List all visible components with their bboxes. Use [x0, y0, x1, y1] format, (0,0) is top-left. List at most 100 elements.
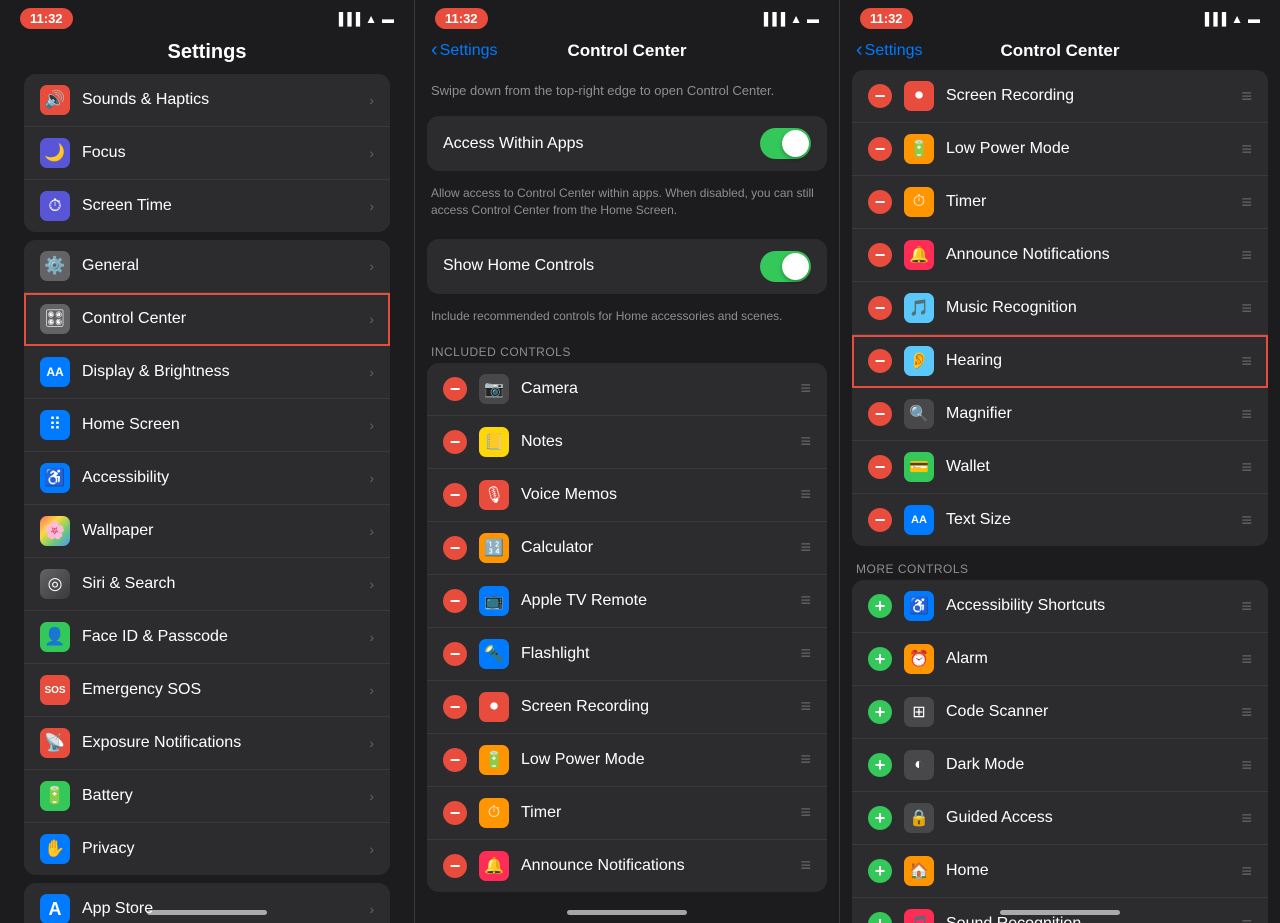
drag-handle[interactable]: ≡	[800, 590, 811, 611]
remove-appletvremote-btn[interactable]: −	[443, 589, 467, 613]
add-btn[interactable]: +	[868, 912, 892, 923]
control-item-calculator[interactable]: − 🔢 Calculator ≡	[427, 522, 827, 575]
control-item-timer[interactable]: − ⏱ Timer ≡	[427, 787, 827, 840]
settings-item-faceid[interactable]: 👤 Face ID & Passcode ›	[24, 611, 390, 664]
toggle1-switch[interactable]	[760, 128, 811, 159]
drag-handle[interactable]: ≡	[1241, 702, 1252, 723]
settings-item-privacy[interactable]: ✋ Privacy ›	[24, 823, 390, 875]
add-btn[interactable]: +	[868, 859, 892, 883]
add-btn[interactable]: +	[868, 806, 892, 830]
drag-handle[interactable]: ≡	[1241, 298, 1252, 319]
settings-item-sounds[interactable]: 🔊 Sounds & Haptics ›	[24, 74, 390, 127]
settings-item-battery[interactable]: 🔋 Battery ›	[24, 770, 390, 823]
remove-flashlight-btn[interactable]: −	[443, 642, 467, 666]
add-btn[interactable]: +	[868, 700, 892, 724]
remove-notes-btn[interactable]: −	[443, 430, 467, 454]
remove-lowpower-btn[interactable]: −	[443, 748, 467, 772]
settings-item-wallpaper[interactable]: 🌸 Wallpaper ›	[24, 505, 390, 558]
remove-timer-btn[interactable]: −	[443, 801, 467, 825]
drag-handle[interactable]: ≡	[1241, 404, 1252, 425]
drag-handle[interactable]: ≡	[1241, 914, 1252, 923]
remove-announcenotif-btn[interactable]: −	[443, 854, 467, 878]
drag-handle[interactable]: ≡	[1241, 596, 1252, 617]
control-item-camera[interactable]: − 📷 Camera ≡	[427, 363, 827, 416]
more-item-accessibilityshortcuts[interactable]: + ♿ Accessibility Shortcuts ≡	[852, 580, 1268, 633]
settings-item-focus[interactable]: 🌙 Focus ›	[24, 127, 390, 180]
settings-item-screentime[interactable]: ⏱ Screen Time ›	[24, 180, 390, 232]
remove-voicememos-btn[interactable]: −	[443, 483, 467, 507]
control-item-announcenotif-3[interactable]: − 🔔 Announce Notifications ≡	[852, 229, 1268, 282]
back-button-3[interactable]: ‹ Settings	[856, 39, 922, 62]
back-button-2[interactable]: ‹ Settings	[431, 39, 497, 62]
control-item-flashlight[interactable]: − 🔦 Flashlight ≡	[427, 628, 827, 681]
drag-handle[interactable]: ≡	[800, 855, 811, 876]
drag-handle[interactable]: ≡	[1241, 755, 1252, 776]
control-item-musicrecognition-3[interactable]: − 🎵 Music Recognition ≡	[852, 282, 1268, 335]
more-item-codescanner[interactable]: + ⊞ Code Scanner ≡	[852, 686, 1268, 739]
drag-handle[interactable]: ≡	[1241, 86, 1252, 107]
control-item-hearing-3[interactable]: − 👂 Hearing ≡	[852, 335, 1268, 388]
remove-btn[interactable]: −	[868, 296, 892, 320]
drag-handle[interactable]: ≡	[800, 696, 811, 717]
drag-handle[interactable]: ≡	[800, 749, 811, 770]
control-item-screenrecording-3[interactable]: − ⏺ Screen Recording ≡	[852, 70, 1268, 123]
drag-handle[interactable]: ≡	[1241, 510, 1252, 531]
settings-item-homescreen[interactable]: ⠿ Home Screen ›	[24, 399, 390, 452]
remove-btn[interactable]: −	[868, 84, 892, 108]
drag-handle[interactable]: ≡	[800, 643, 811, 664]
remove-btn[interactable]: −	[868, 402, 892, 426]
remove-btn[interactable]: −	[868, 455, 892, 479]
drag-handle[interactable]: ≡	[800, 802, 811, 823]
drag-handle[interactable]: ≡	[1241, 192, 1252, 213]
more-item-alarm[interactable]: + ⏰ Alarm ≡	[852, 633, 1268, 686]
add-btn[interactable]: +	[868, 594, 892, 618]
remove-btn[interactable]: −	[868, 349, 892, 373]
more-item-home[interactable]: + 🏠 Home ≡	[852, 845, 1268, 898]
control-item-announcenotif[interactable]: − 🔔 Announce Notifications ≡	[427, 840, 827, 892]
drag-handle[interactable]: ≡	[800, 378, 811, 399]
drag-handle[interactable]: ≡	[800, 431, 811, 452]
remove-btn[interactable]: −	[868, 190, 892, 214]
control-item-screenrecording[interactable]: − ⏺ Screen Recording ≡	[427, 681, 827, 734]
remove-camera-btn[interactable]: −	[443, 377, 467, 401]
access-within-apps-row[interactable]: Access Within Apps	[427, 116, 827, 171]
drag-handle[interactable]: ≡	[1241, 808, 1252, 829]
settings-item-appstore[interactable]: A App Store ›	[24, 883, 390, 923]
control-item-magnifier-3[interactable]: − 🔍 Magnifier ≡	[852, 388, 1268, 441]
control-item-notes[interactable]: − 📒 Notes ≡	[427, 416, 827, 469]
control-item-timer-3[interactable]: − ⏱ Timer ≡	[852, 176, 1268, 229]
remove-screenrecording-btn[interactable]: −	[443, 695, 467, 719]
add-btn[interactable]: +	[868, 753, 892, 777]
settings-item-exposure[interactable]: 📡 Exposure Notifications ›	[24, 717, 390, 770]
control-item-appletvremote[interactable]: − 📺 Apple TV Remote ≡	[427, 575, 827, 628]
drag-handle[interactable]: ≡	[1241, 351, 1252, 372]
drag-handle[interactable]: ≡	[1241, 649, 1252, 670]
settings-item-siri[interactable]: ◎ Siri & Search ›	[24, 558, 390, 611]
drag-handle[interactable]: ≡	[800, 537, 811, 558]
settings-item-display[interactable]: AA Display & Brightness ›	[24, 346, 390, 399]
drag-handle[interactable]: ≡	[1241, 245, 1252, 266]
drag-handle[interactable]: ≡	[800, 484, 811, 505]
show-home-controls-row[interactable]: Show Home Controls	[427, 239, 827, 294]
control-item-voicememos[interactable]: − 🎙 Voice Memos ≡	[427, 469, 827, 522]
drag-handle[interactable]: ≡	[1241, 457, 1252, 478]
add-btn[interactable]: +	[868, 647, 892, 671]
more-item-guidedaccess[interactable]: + 🔒 Guided Access ≡	[852, 792, 1268, 845]
drag-handle[interactable]: ≡	[1241, 861, 1252, 882]
control-item-lowpowermode[interactable]: − 🔋 Low Power Mode ≡	[427, 734, 827, 787]
settings-item-general[interactable]: ⚙️ General ›	[24, 240, 390, 293]
more-item-darkmode[interactable]: + ◐ Dark Mode ≡	[852, 739, 1268, 792]
settings-item-controlcenter[interactable]: 🎛 Control Center ›	[24, 293, 390, 346]
drag-handle[interactable]: ≡	[1241, 139, 1252, 160]
control-item-lowpowermode-3[interactable]: − 🔋 Low Power Mode ≡	[852, 123, 1268, 176]
settings-item-accessibility[interactable]: ♿ Accessibility ›	[24, 452, 390, 505]
remove-calculator-btn[interactable]: −	[443, 536, 467, 560]
settings-item-emergencysos[interactable]: SOS Emergency SOS ›	[24, 664, 390, 717]
remove-btn[interactable]: −	[868, 243, 892, 267]
remove-btn[interactable]: −	[868, 137, 892, 161]
control-item-textsize-3[interactable]: − AA Text Size ≡	[852, 494, 1268, 546]
remove-btn[interactable]: −	[868, 508, 892, 532]
home-indicator-1	[147, 910, 267, 915]
control-item-wallet-3[interactable]: − 💳 Wallet ≡	[852, 441, 1268, 494]
toggle2-switch[interactable]	[760, 251, 811, 282]
